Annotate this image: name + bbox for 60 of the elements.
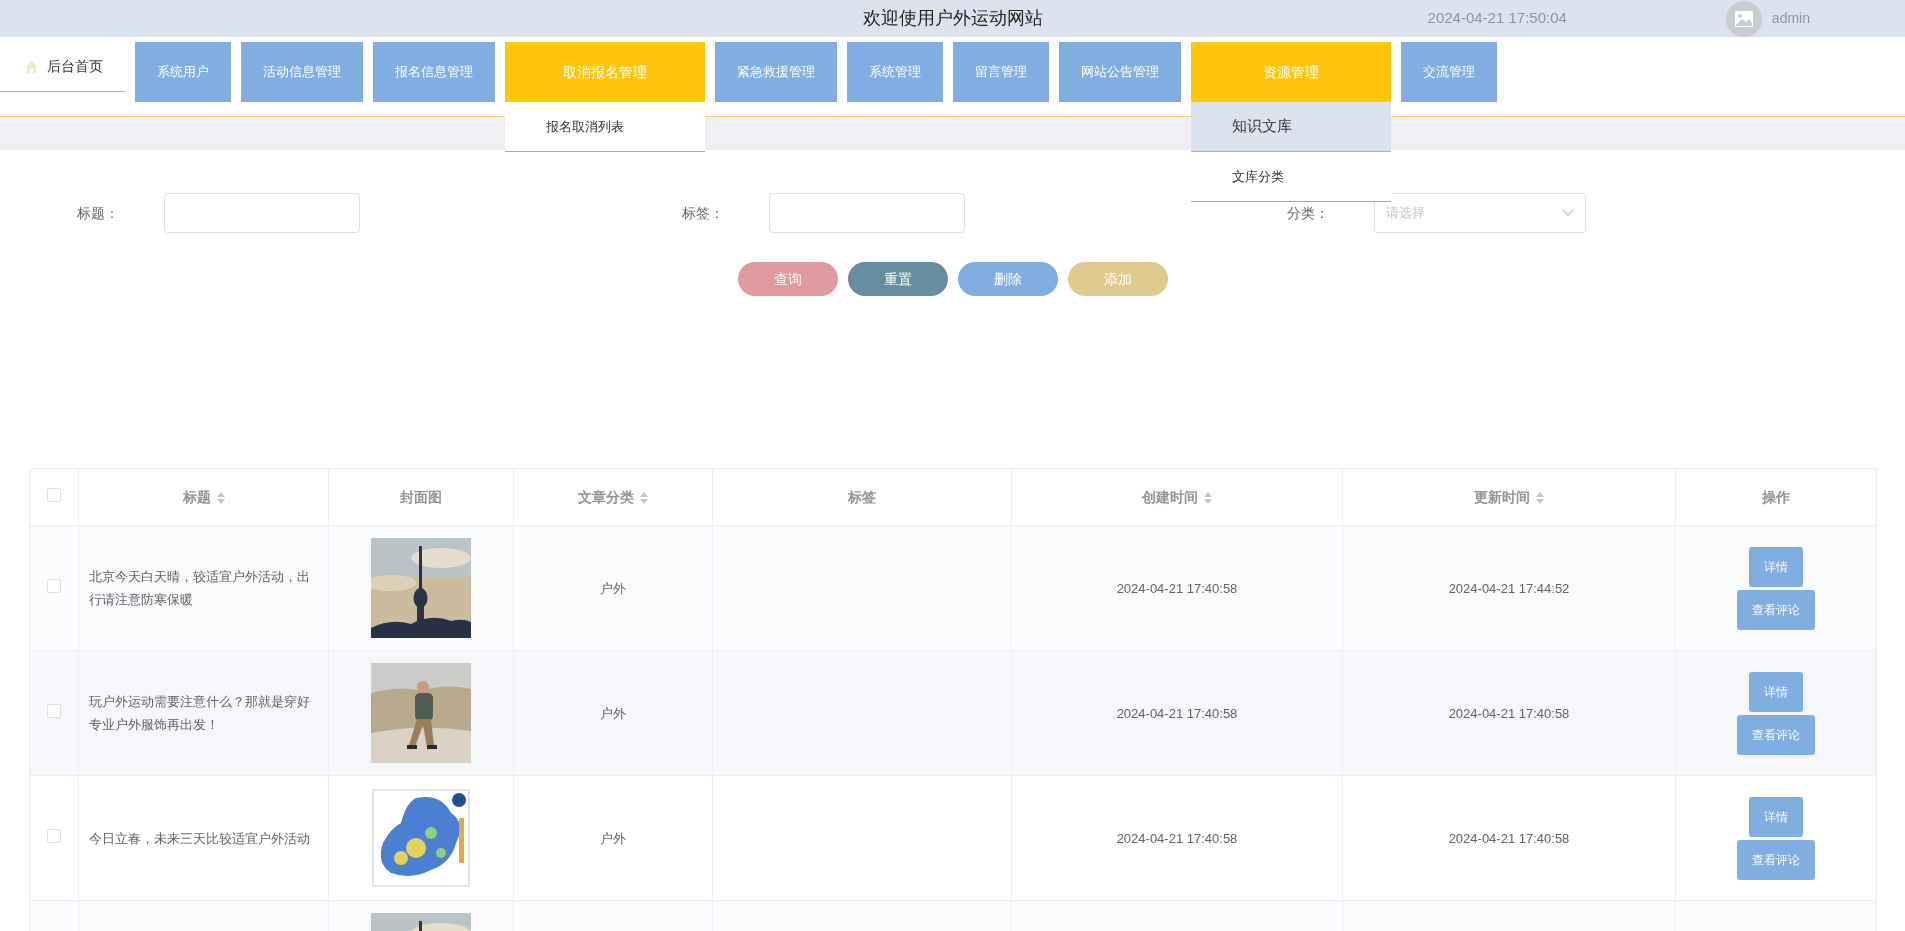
checkbox[interactable] [47,488,61,502]
updated-time-cell: 2024-04-21 17:44:52 [1448,581,1570,596]
filter-label: 标题： [76,203,120,223]
action-button[interactable]: 添加 [1067,262,1168,296]
view-comments-button[interactable]: 查看评论 [1737,714,1815,755]
updated-time-cell: 2024-04-21 17:40:58 [1448,706,1570,721]
action-button[interactable]: 删除 [957,262,1058,296]
nav-menu-button[interactable]: 交流管理 [1401,42,1497,102]
text-input-field[interactable] [164,193,360,233]
column-header[interactable]: 更新时间 [1474,487,1530,508]
avatar-icon[interactable] [1725,0,1762,37]
clock-time: 2024-04-21 17:50:04 [1427,8,1567,29]
title-cell-text: 玩户外运动需要注意什么？那就是穿好专业户外服饰再出发！ [89,693,311,734]
sort-icon[interactable] [216,491,225,504]
title-cell-text: 今日立春，未来三天比较适宜户外活动 [89,829,311,848]
nav-menu-button[interactable]: 活动信息管理 [241,42,363,102]
column-header: 标签 [848,488,876,507]
column-header[interactable]: 文章分类 [578,487,634,508]
nav-menu-button[interactable]: 系统管理 [847,42,943,102]
username[interactable]: admin [1771,8,1810,29]
select-field[interactable]: 请选择 [1374,193,1586,233]
nav-menu-button[interactable]: 留言管理 [953,42,1049,102]
checkbox[interactable] [47,829,61,843]
column-header[interactable]: 创建时间 [1142,487,1198,508]
column-header[interactable]: 标题 [182,487,211,508]
updated-time-cell: 2024-04-21 17:40:58 [1448,831,1570,846]
details-button[interactable]: 详情 [1749,546,1803,587]
created-time-cell: 2024-04-21 17:40:58 [1116,581,1238,596]
dropdown-menu-item[interactable]: 知识文库 [1191,102,1391,152]
text-input-field[interactable] [769,193,965,233]
created-time-cell: 2024-04-21 17:40:58 [1116,831,1238,846]
details-button[interactable]: 详情 [1749,671,1803,712]
category-cell: 户外 [600,581,626,596]
checkbox[interactable] [47,579,61,593]
home-icon [24,59,39,74]
nav-menu-button[interactable]: 资源管理 [1191,42,1391,102]
site-title: 欢迎使用户外运动网站 [862,7,1043,30]
sort-icon[interactable] [640,491,648,504]
filter-label: 标签： [681,203,725,223]
nav-menu-button[interactable]: 报名信息管理 [373,42,495,102]
details-button[interactable]: 详情 [1749,796,1803,837]
category-cell: 户外 [600,706,626,721]
column-header: 封面图 [400,488,442,507]
sort-icon[interactable] [1536,491,1544,504]
view-comments-button[interactable]: 查看评论 [1737,839,1815,880]
nav-menu-button[interactable]: 系统用户 [135,42,231,102]
sort-icon[interactable] [1204,491,1212,504]
filter-label: 分类： [1286,203,1330,223]
category-cell: 户外 [600,831,626,846]
column-header: 操作 [1762,488,1790,507]
action-button[interactable]: 重置 [847,262,948,296]
chevron-down-icon [1562,209,1574,217]
checkbox[interactable] [47,704,61,718]
nav-menu-button[interactable]: 网站公告管理 [1059,42,1181,102]
view-comments-button[interactable]: 查看评论 [1737,589,1815,630]
title-cell-text: 北京今天白天晴，较适宜户外活动，出行请注意防寒保暖 [89,568,311,609]
action-button[interactable]: 查询 [737,262,838,296]
nav-menu-button[interactable]: 取消报名管理 [505,42,705,102]
nav-menu-button[interactable]: 紧急救援管理 [715,42,837,102]
created-time-cell: 2024-04-21 17:40:58 [1116,706,1238,721]
